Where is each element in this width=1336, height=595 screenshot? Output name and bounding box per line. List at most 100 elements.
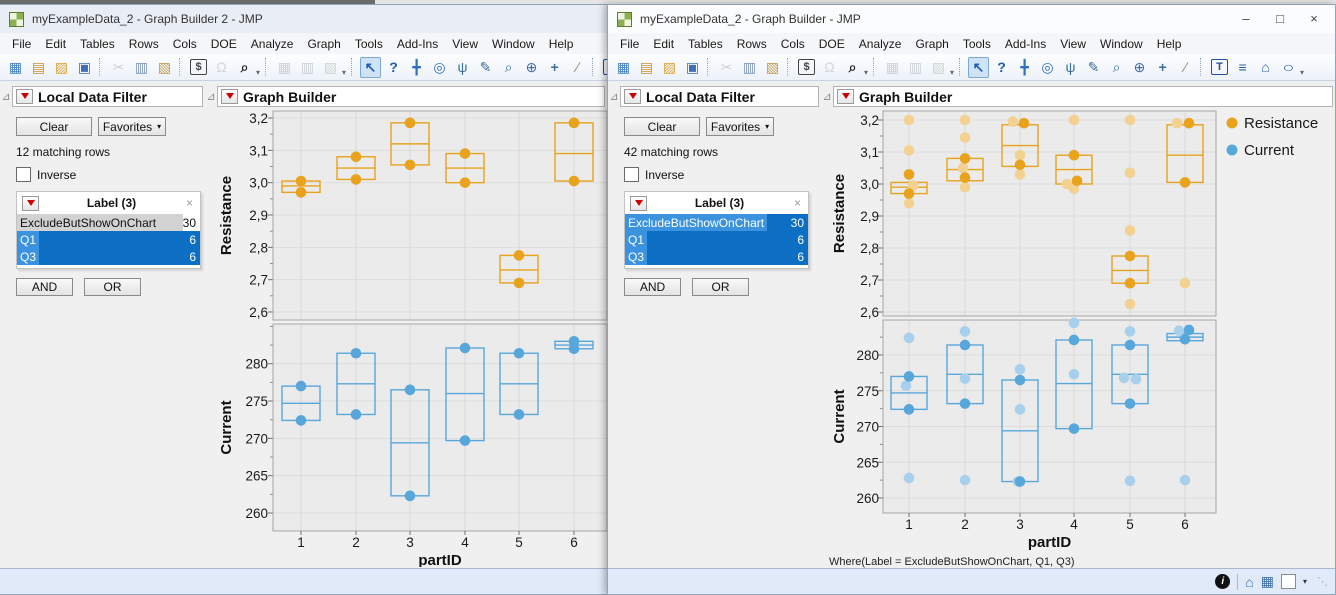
new-journal-icon[interactable]: ▤ <box>28 57 49 78</box>
menu-addins[interactable]: Add-Ins <box>390 35 445 53</box>
filter-row-q3[interactable]: Q3 6 <box>625 248 808 265</box>
lock-icon[interactable]: Ω <box>211 57 232 78</box>
menu-view[interactable]: View <box>445 35 485 53</box>
maximize-button[interactable]: □ <box>1263 6 1297 32</box>
hand-tool-icon[interactable]: ψ <box>1060 57 1081 78</box>
menu-analyze[interactable]: Analyze <box>244 35 301 53</box>
brush-tool-icon[interactable]: ✎ <box>475 57 496 78</box>
line-tool-icon[interactable]: ≡ <box>1232 57 1253 78</box>
disclosure-triangle-icon[interactable]: ⊿ <box>0 90 12 103</box>
table-panel-icon[interactable]: ▦ <box>882 57 903 78</box>
lock-icon[interactable]: Ω <box>819 57 840 78</box>
copy-icon[interactable]: ▥ <box>131 57 152 78</box>
toolbar-caret-icon[interactable]: ▾ <box>342 68 346 77</box>
home-icon[interactable]: ⌂ <box>1245 574 1253 590</box>
text-box-tool-icon[interactable]: T <box>1211 59 1229 75</box>
red-triangle-menu-icon[interactable] <box>22 195 39 211</box>
disclosure-triangle-icon[interactable]: ⊿ <box>821 90 833 103</box>
close-icon[interactable]: × <box>792 196 803 210</box>
titlebar[interactable]: myExampleData_2 - Graph Builder - JMP – □… <box>608 5 1335 33</box>
disclosure-triangle-icon[interactable]: ⊿ <box>608 90 620 103</box>
help-tool-icon[interactable]: ? <box>383 57 404 78</box>
dropdown-caret-icon[interactable]: ▾ <box>1303 577 1307 586</box>
color-swatch[interactable] <box>1280 574 1296 589</box>
graph-builder-chart[interactable]: 3,2 3,1 3,0 2,9 2,8 2,7 2,6 Resistance 280 275 270… <box>821 107 1335 569</box>
data-table-edit-icon[interactable]: ▦ <box>1261 573 1274 590</box>
clear-button[interactable]: Clear <box>16 117 92 136</box>
info-icon[interactable]: i <box>1215 574 1231 589</box>
search-icon[interactable]: ⌕ <box>234 57 255 78</box>
zoom-tool-icon[interactable]: ⊕ <box>1129 57 1150 78</box>
filter-row-excludebutshowonchart[interactable]: ExcludeButShowOnChart 30 <box>625 214 808 231</box>
new-data-table-icon[interactable]: ▦ <box>5 57 26 78</box>
paste-icon[interactable]: ▧ <box>154 57 175 78</box>
table-add-icon[interactable]: ▧ <box>320 57 341 78</box>
graph-builder-chart[interactable]: 3,2 3,1 3,0 2,9 2,8 2,7 2,6 Resistance 280 275 270… <box>212 107 607 567</box>
help-tool-icon[interactable]: ? <box>991 57 1012 78</box>
red-triangle-menu-icon[interactable] <box>837 89 854 104</box>
close-button[interactable]: × <box>1297 6 1331 32</box>
preferences-icon[interactable]: $ <box>190 59 207 75</box>
target-tool-icon[interactable]: ◎ <box>429 57 450 78</box>
crosshair-tool-icon[interactable]: + <box>544 57 565 78</box>
and-button[interactable]: AND <box>624 278 681 296</box>
move-tool-icon[interactable]: ╋ <box>1014 57 1035 78</box>
open-icon[interactable]: ▨ <box>51 57 72 78</box>
filter-row-excludebutshowonchart[interactable]: ExcludeButShowOnChart 30 <box>17 214 200 231</box>
cut-icon[interactable]: ✂ <box>716 57 737 78</box>
save-icon[interactable]: ▣ <box>682 57 703 78</box>
inverse-checkbox[interactable] <box>624 167 639 182</box>
filter-row-q1[interactable]: Q1 6 <box>17 231 200 248</box>
filter-row-q3[interactable]: Q3 6 <box>17 248 200 265</box>
menu-edit[interactable]: Edit <box>38 35 73 53</box>
red-triangle-menu-icon[interactable] <box>221 89 238 104</box>
annotate-tool-icon[interactable]: ∕ <box>1175 57 1196 78</box>
menu-file[interactable]: File <box>5 35 38 53</box>
menu-help[interactable]: Help <box>542 35 581 53</box>
menu-rows[interactable]: Rows <box>730 35 774 53</box>
annotate-tool-icon[interactable]: ∕ <box>567 57 588 78</box>
menu-doe[interactable]: DOE <box>812 35 852 53</box>
favorites-button[interactable]: Favorites ▾ <box>98 117 166 136</box>
arrow-tool-icon[interactable]: ↖ <box>360 56 382 78</box>
menu-tools[interactable]: Tools <box>348 35 390 53</box>
new-data-table-icon[interactable]: ▦ <box>613 57 634 78</box>
lasso-tool-icon[interactable]: ⌕ <box>498 57 519 78</box>
favorites-button[interactable]: Favorites ▾ <box>706 117 774 136</box>
search-icon[interactable]: ⌕ <box>842 57 863 78</box>
cut-icon[interactable]: ✂ <box>108 57 129 78</box>
paste-icon[interactable]: ▧ <box>762 57 783 78</box>
or-button[interactable]: OR <box>84 278 141 296</box>
menu-window[interactable]: Window <box>485 35 542 53</box>
menu-edit[interactable]: Edit <box>646 35 681 53</box>
move-tool-icon[interactable]: ╋ <box>406 57 427 78</box>
red-triangle-menu-icon[interactable] <box>16 89 33 104</box>
brush-tool-icon[interactable]: ✎ <box>1083 57 1104 78</box>
clear-button[interactable]: Clear <box>624 117 700 136</box>
table-cols-icon[interactable]: ▥ <box>905 57 926 78</box>
hand-tool-icon[interactable]: ψ <box>452 57 473 78</box>
menu-tables[interactable]: Tables <box>73 35 122 53</box>
table-add-icon[interactable]: ▧ <box>928 57 949 78</box>
or-button[interactable]: OR <box>692 278 749 296</box>
zoom-tool-icon[interactable]: ⊕ <box>521 57 542 78</box>
menu-addins[interactable]: Add-Ins <box>998 35 1053 53</box>
arrow-tool-icon[interactable]: ↖ <box>968 56 990 78</box>
table-cols-icon[interactable]: ▥ <box>297 57 318 78</box>
oval-tool-icon[interactable]: ○ <box>1273 57 1303 78</box>
menu-tools[interactable]: Tools <box>956 35 998 53</box>
disclosure-triangle-icon[interactable]: ⊿ <box>205 90 217 103</box>
menu-cols[interactable]: Cols <box>774 35 812 53</box>
menu-graph[interactable]: Graph <box>300 35 347 53</box>
toolbar-caret-icon[interactable]: ▾ <box>950 68 954 77</box>
menu-view[interactable]: View <box>1053 35 1093 53</box>
open-icon[interactable]: ▨ <box>659 57 680 78</box>
toolbar-caret-icon[interactable]: ▾ <box>864 68 868 77</box>
menu-tables[interactable]: Tables <box>681 35 730 53</box>
toolbar-caret-icon[interactable]: ▾ <box>256 68 260 77</box>
menu-analyze[interactable]: Analyze <box>852 35 909 53</box>
inverse-checkbox[interactable] <box>16 167 31 182</box>
menu-graph[interactable]: Graph <box>908 35 955 53</box>
titlebar[interactable]: myExampleData_2 - Graph Builder 2 - JMP <box>0 5 607 33</box>
menu-window[interactable]: Window <box>1093 35 1150 53</box>
